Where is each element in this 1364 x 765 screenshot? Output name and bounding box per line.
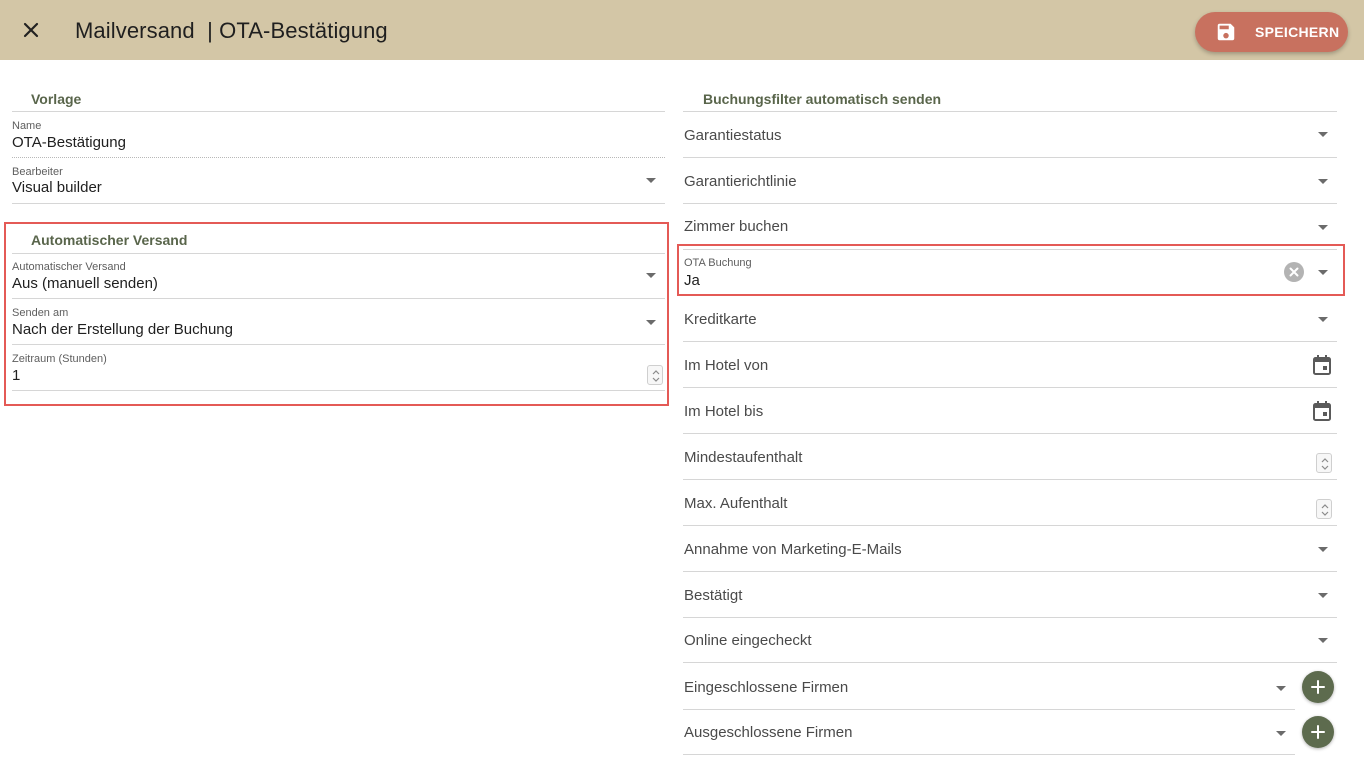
editor-select[interactable]: Visual builder bbox=[12, 179, 102, 196]
add-excluded-firm-button[interactable] bbox=[1302, 716, 1334, 748]
filter-zimmer[interactable]: Zimmer buchen bbox=[684, 218, 788, 235]
calendar-icon[interactable] bbox=[1312, 400, 1332, 422]
divider bbox=[12, 203, 665, 204]
name-field-label: Name bbox=[12, 120, 42, 132]
chevron-down-icon[interactable] bbox=[646, 178, 656, 183]
filter-hotel-bis[interactable]: Im Hotel bis bbox=[684, 403, 763, 420]
divider bbox=[683, 157, 1337, 158]
chevron-down-icon[interactable] bbox=[1276, 731, 1286, 736]
chevron-down-icon[interactable] bbox=[1318, 179, 1328, 184]
filter-excl-firms[interactable]: Ausgeschlossene Firmen bbox=[684, 724, 852, 741]
name-field[interactable]: OTA-Bestätigung bbox=[12, 134, 126, 151]
divider bbox=[683, 617, 1337, 618]
divider bbox=[683, 387, 1337, 388]
auto-send-field-label: Automatischer Versand bbox=[12, 261, 126, 273]
divider bbox=[683, 203, 1337, 204]
divider bbox=[683, 111, 1337, 112]
save-button-label: SPEICHERN bbox=[1255, 24, 1340, 40]
auto-send-heading: Automatischer Versand bbox=[31, 232, 188, 248]
chevron-down-icon[interactable] bbox=[1318, 638, 1328, 643]
chevron-down-icon[interactable] bbox=[646, 273, 656, 278]
divider bbox=[12, 390, 665, 391]
send-on-field-label: Senden am bbox=[12, 307, 69, 319]
add-included-firm-button[interactable] bbox=[1302, 671, 1334, 703]
calendar-icon[interactable] bbox=[1312, 354, 1332, 376]
divider bbox=[683, 709, 1295, 710]
divider bbox=[12, 298, 665, 299]
ota-highlight bbox=[677, 244, 1345, 296]
chevron-down-icon[interactable] bbox=[1318, 132, 1328, 137]
chevron-down-icon[interactable] bbox=[1318, 225, 1328, 230]
auto-send-highlight bbox=[4, 222, 669, 406]
close-icon[interactable] bbox=[18, 17, 44, 43]
period-stepper[interactable] bbox=[647, 365, 663, 385]
max-stay-stepper[interactable] bbox=[1316, 499, 1332, 519]
filter-garantierichtlinie[interactable]: Garantierichtlinie bbox=[684, 173, 797, 190]
chevron-down-icon[interactable] bbox=[1276, 686, 1286, 691]
divider bbox=[683, 433, 1337, 434]
chevron-down-icon[interactable] bbox=[1318, 547, 1328, 552]
chevron-down-icon[interactable] bbox=[1318, 270, 1328, 275]
filter-bestaetigt[interactable]: Bestätigt bbox=[684, 587, 742, 604]
plus-icon bbox=[1311, 680, 1325, 694]
divider bbox=[683, 754, 1295, 755]
divider bbox=[12, 253, 665, 254]
filter-kreditkarte[interactable]: Kreditkarte bbox=[684, 311, 757, 328]
filter-max-stay[interactable]: Max. Aufenthalt bbox=[684, 495, 787, 512]
ota-field-label: OTA Buchung bbox=[684, 257, 752, 269]
divider bbox=[12, 111, 665, 112]
filter-incl-firms[interactable]: Eingeschlossene Firmen bbox=[684, 679, 848, 696]
chevron-down-icon[interactable] bbox=[646, 320, 656, 325]
divider bbox=[683, 525, 1337, 526]
filter-marketing[interactable]: Annahme von Marketing-E-Mails bbox=[684, 541, 902, 558]
chevron-down-icon[interactable] bbox=[1318, 317, 1328, 322]
send-on-select[interactable]: Nach der Erstellung der Buchung bbox=[12, 321, 233, 338]
period-field-label: Zeitraum (Stunden) bbox=[12, 353, 107, 365]
floppy-disk-icon bbox=[1217, 23, 1235, 41]
filter-min-stay[interactable]: Mindestaufenthalt bbox=[684, 449, 802, 466]
page-title: Mailversand | OTA-Bestätigung bbox=[75, 18, 388, 43]
chevron-down-icon[interactable] bbox=[1318, 593, 1328, 598]
divider bbox=[683, 662, 1337, 663]
divider bbox=[683, 571, 1337, 572]
divider bbox=[12, 344, 665, 345]
period-input[interactable]: 1 bbox=[12, 367, 20, 384]
filter-online[interactable]: Online eingecheckt bbox=[684, 632, 812, 649]
min-stay-stepper[interactable] bbox=[1316, 453, 1332, 473]
filter-garantiestatus[interactable]: Garantiestatus bbox=[684, 127, 782, 144]
vorlage-heading: Vorlage bbox=[31, 91, 82, 107]
divider bbox=[12, 157, 665, 158]
divider bbox=[683, 341, 1337, 342]
ota-select[interactable]: Ja bbox=[684, 272, 700, 289]
auto-send-select[interactable]: Aus (manuell senden) bbox=[12, 275, 158, 292]
filters-heading: Buchungsfilter automatisch senden bbox=[703, 91, 942, 107]
plus-icon bbox=[1311, 725, 1325, 739]
editor-field-label: Bearbeiter bbox=[12, 166, 63, 178]
clear-icon[interactable] bbox=[1284, 262, 1304, 282]
save-button[interactable]: SPEICHERN bbox=[1195, 12, 1348, 52]
app-header: Mailversand | OTA-Bestätigung SPEICHERN bbox=[0, 0, 1364, 60]
divider bbox=[683, 479, 1337, 480]
filter-hotel-von[interactable]: Im Hotel von bbox=[684, 357, 768, 374]
